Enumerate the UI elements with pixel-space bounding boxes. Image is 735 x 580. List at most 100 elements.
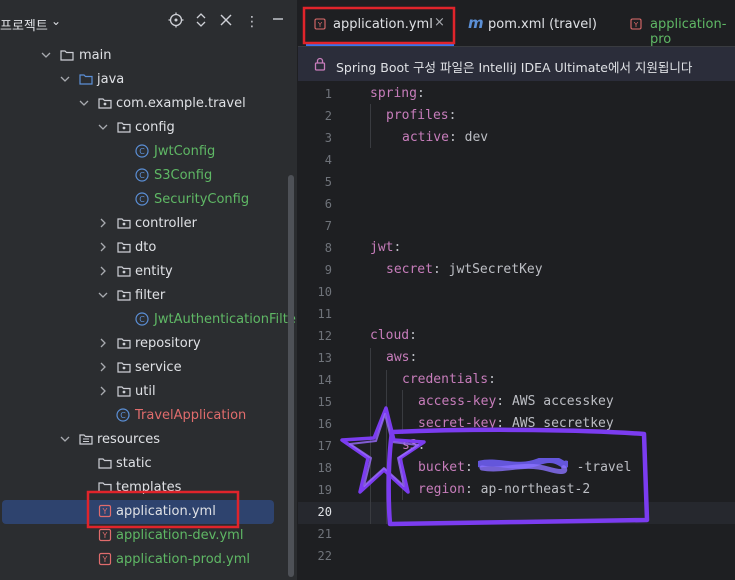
tree-item-travelapplication[interactable]: C TravelApplication (0, 404, 297, 428)
tab-application-prod[interactable]: Y application-pro (630, 0, 735, 46)
tree-item-label: JwtAuthenticationFilte (154, 312, 296, 327)
spring-app-icon: C (116, 408, 130, 422)
tab-label: application-pro (650, 17, 727, 46)
tree-item-s3config[interactable]: C S3Config (0, 164, 297, 188)
tree-item-label: service (135, 360, 182, 375)
chevron-down-icon[interactable]: ⌄ (51, 14, 61, 28)
line-number: 3 (324, 131, 332, 145)
project-panel: 프로젝트 ⌄ ⋮ main java com.example.travel co… (0, 0, 298, 580)
svg-text:C: C (139, 171, 145, 180)
project-panel-header: 프로젝트 ⌄ ⋮ (0, 0, 297, 44)
tree-item-label: resources (97, 432, 161, 447)
locate-icon[interactable] (166, 12, 186, 32)
tree-item-util[interactable]: util (0, 380, 297, 404)
yaml-key: cloud (370, 328, 410, 343)
chevron-right-icon[interactable] (97, 217, 109, 229)
tree-item-controller[interactable]: controller (0, 212, 297, 236)
class-icon: C (135, 168, 149, 182)
tree-item-securityconfig[interactable]: C SecurityConfig (0, 188, 297, 212)
project-panel-title[interactable]: 프로젝트 (0, 15, 48, 34)
svg-text:Y: Y (633, 21, 639, 29)
chevron-down-icon[interactable] (59, 73, 71, 85)
svg-text:C: C (139, 315, 145, 324)
tree-item-label: application-prod.yml (116, 552, 251, 567)
line-number: 19 (317, 483, 332, 497)
line-number: 22 (317, 549, 332, 563)
tree-item-application-prod-yml[interactable]: Y application-prod.yml (0, 548, 297, 572)
banner-text: Spring Boot 구성 파일은 IntelliJ IDEA Ultimat… (336, 60, 693, 75)
yaml-key: secret (386, 262, 433, 277)
yaml-value: dev (464, 130, 489, 145)
svg-text:Y: Y (102, 555, 108, 564)
tree-item-config[interactable]: config (0, 116, 297, 140)
yaml-icon: Y (98, 528, 112, 542)
notification-banner: Spring Boot 구성 파일은 IntelliJ IDEA Ultimat… (298, 47, 735, 81)
svg-text:C: C (139, 195, 145, 204)
tree-item-label: controller (135, 216, 198, 231)
tree-item-jwtauthfilter[interactable]: C JwtAuthenticationFilte (0, 308, 297, 332)
tree-item-package[interactable]: com.example.travel (0, 92, 297, 116)
tree-item-label: java (97, 72, 125, 87)
yaml-icon: Y (98, 552, 112, 566)
chevron-down-icon[interactable] (40, 49, 52, 61)
chevron-down-icon[interactable] (78, 97, 90, 109)
line-number: 14 (317, 373, 332, 387)
line-number: 20 (317, 505, 332, 519)
more-options-icon[interactable]: ⋮ (242, 12, 262, 32)
chevron-right-icon[interactable] (97, 385, 109, 397)
package-icon (117, 362, 131, 373)
tree-item-java[interactable]: java (0, 68, 297, 92)
chevron-down-icon[interactable] (97, 121, 109, 133)
tree-item-label: JwtConfig (154, 144, 216, 159)
yaml-key: credentials (402, 372, 489, 387)
editor-tabs: Y application.yml × m pom.xml (travel) Y… (298, 0, 735, 47)
package-icon (117, 290, 131, 301)
chevron-right-icon[interactable] (97, 337, 109, 349)
line-number: 4 (324, 153, 332, 167)
line-number: 8 (324, 241, 332, 255)
class-icon: C (135, 312, 149, 326)
package-icon (117, 386, 131, 397)
tree-item-label: config (135, 120, 175, 135)
tree-item-label: util (135, 384, 156, 399)
code-line: jwt: (370, 240, 402, 255)
line-number: 21 (317, 527, 332, 541)
tree-item-jwtconfig[interactable]: C JwtConfig (0, 140, 297, 164)
project-scrollbar[interactable] (288, 175, 294, 577)
code-line: aws: (386, 350, 418, 365)
yaml-value: jwtSecretKey (448, 262, 543, 277)
tree-item-main[interactable]: main (0, 44, 297, 68)
code-editor[interactable]: 1 2 3 4 5 6 7 8 9 10 11 12 13 14 15 16 17 18 19 20 21 22 spri… (298, 82, 735, 580)
minimize-icon[interactable] (268, 12, 288, 32)
tree-item-service[interactable]: service (0, 356, 297, 380)
package-icon (98, 98, 112, 109)
tree-item-static[interactable]: static (0, 452, 297, 476)
tree-item-label: main (79, 48, 112, 63)
tree-item-entity[interactable]: entity (0, 260, 297, 284)
chevron-right-icon[interactable] (97, 361, 109, 373)
tree-item-resources[interactable]: resources (0, 428, 297, 452)
tree-item-repository[interactable]: repository (0, 332, 297, 356)
line-number: 16 (317, 417, 332, 431)
line-number: 17 (317, 439, 332, 453)
line-number: 15 (317, 395, 332, 409)
chevron-right-icon[interactable] (97, 265, 109, 277)
yaml-key: active (402, 130, 449, 145)
tree-item-label: application-dev.yml (116, 528, 244, 543)
tree-item-filter[interactable]: filter (0, 284, 297, 308)
line-number: 6 (324, 197, 332, 211)
tree-item-dto[interactable]: dto (0, 236, 297, 260)
code-line: profiles: (386, 108, 457, 123)
chevron-down-icon[interactable] (59, 433, 71, 445)
chevron-right-icon[interactable] (97, 241, 109, 253)
line-number: 5 (324, 175, 332, 189)
resources-folder-icon (79, 434, 93, 445)
package-icon (117, 218, 131, 229)
tree-item-label: dto (135, 240, 157, 255)
chevron-down-icon[interactable] (97, 289, 109, 301)
collapse-all-icon[interactable] (216, 12, 236, 32)
expand-all-icon[interactable] (191, 12, 211, 32)
tab-pom-xml[interactable]: m pom.xml (travel) (466, 0, 604, 46)
line-number: 10 (317, 285, 332, 299)
maven-icon: m (468, 14, 484, 32)
